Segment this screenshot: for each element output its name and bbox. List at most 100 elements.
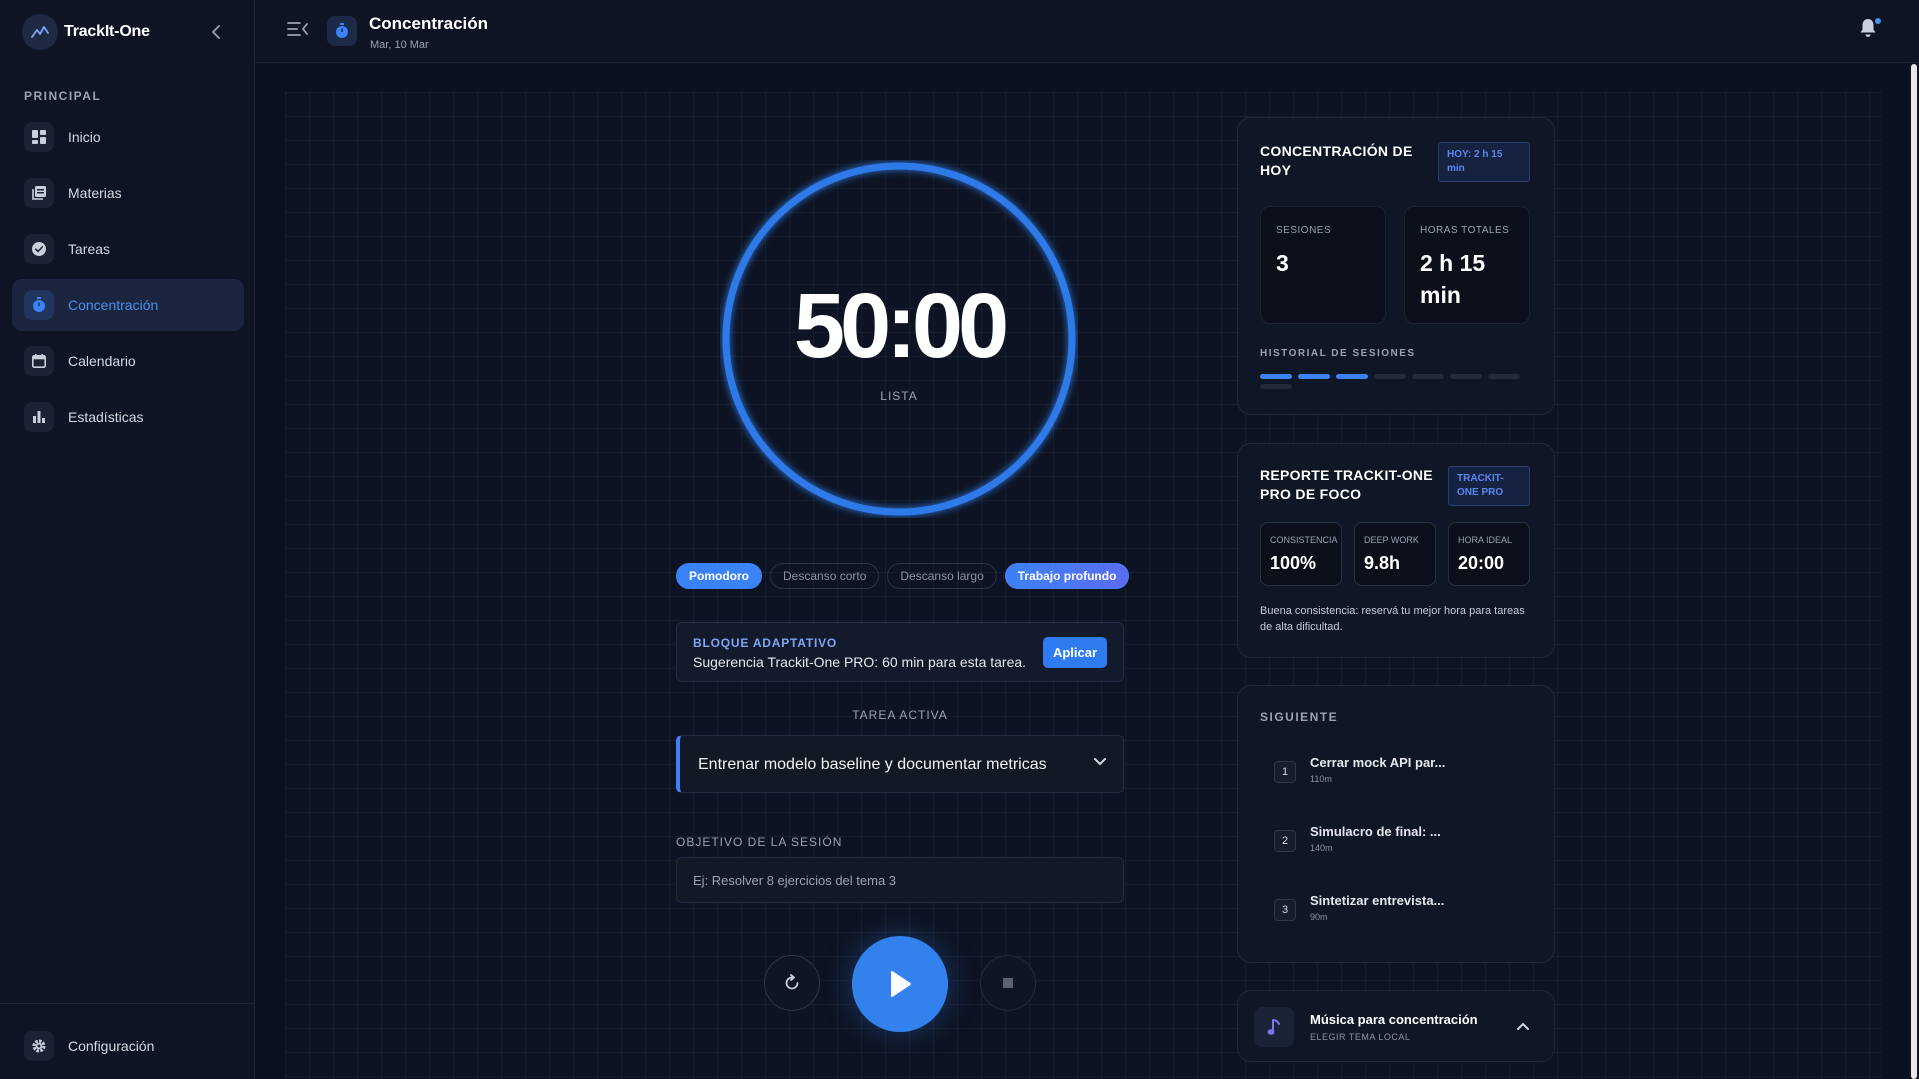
focus-music-card[interactable]: Música para concentración ELEGIR TEMA LO…	[1237, 990, 1555, 1062]
next-task-item[interactable]: 1 Cerrar mock API par... 110m	[1274, 755, 1534, 795]
sidebar-section-label: PRINCIPAL	[24, 89, 102, 103]
music-note-icon	[1254, 1007, 1294, 1047]
kpi-label: CONSISTENCIA	[1270, 535, 1338, 545]
mode-deep-work[interactable]: Trabajo profundo	[1004, 563, 1130, 589]
music-expand-toggle[interactable]	[1516, 1018, 1532, 1034]
mode-short-break[interactable]: Descanso corto	[770, 563, 880, 589]
today-total-badge: HOY: 2 h 15 min	[1438, 142, 1530, 182]
active-task-select[interactable]: Entrenar modelo baseline y documentar me…	[676, 735, 1124, 793]
adaptive-block-title: BLOQUE ADAPTATIVO	[693, 636, 838, 650]
check-circle-icon	[24, 234, 54, 264]
sidebar-item-label: Concentración	[68, 297, 159, 313]
sidebar-item-estadisticas[interactable]: Estadísticas	[12, 391, 244, 443]
badge-line: TRACKIT-	[1457, 473, 1504, 484]
dashboard-icon	[24, 122, 54, 152]
sidebar-item-label: Materias	[68, 185, 122, 201]
next-task-item[interactable]: 3 Sintetizar entrevista... 90m	[1274, 893, 1534, 933]
sessions-label: SESIONES	[1276, 225, 1332, 236]
chevron-down-icon	[1093, 754, 1107, 772]
sidebar: TrackIt-One PRINCIPAL Inicio Materias Ta…	[0, 0, 255, 1079]
session-history-bar	[1298, 374, 1330, 379]
session-history-bar	[1336, 374, 1368, 379]
sidebar-item-inicio[interactable]: Inicio	[12, 111, 244, 163]
collapse-sidebar-button[interactable]	[204, 20, 228, 44]
today-focus-title: CONCENTRACIÓN DE HOY	[1260, 142, 1413, 180]
sidebar-item-label: Estadísticas	[68, 409, 144, 425]
focus-report-title-line: REPORTE TRACKIT-ONE	[1260, 467, 1433, 483]
next-task-duration: 90m	[1310, 912, 1328, 922]
topbar: Concentración Mar, 10 Mar	[255, 0, 1919, 63]
menu-toggle-button[interactable]	[287, 20, 309, 40]
stop-button[interactable]	[980, 955, 1036, 1011]
kpi-value: 20:00	[1458, 553, 1505, 573]
total-hours-value: 2 h 15 min	[1420, 247, 1485, 311]
notification-dot	[1875, 18, 1881, 24]
timer-display: 50:00	[793, 275, 1009, 377]
calendar-icon	[24, 346, 54, 376]
gear-icon	[24, 1031, 54, 1061]
session-history-label: HISTORIAL DE SESIONES	[1260, 348, 1416, 359]
chevron-up-icon	[1517, 1022, 1529, 1030]
today-focus-card: CONCENTRACIÓN DE HOY HOY: 2 h 15 min SES…	[1237, 117, 1555, 415]
next-tasks-label: SIGUIENTE	[1260, 710, 1339, 724]
next-task-item[interactable]: 2 Simulacro de final: ... 140m	[1274, 824, 1534, 864]
focus-report-title-line: PRO DE FOCO	[1260, 486, 1362, 502]
stop-icon	[1003, 978, 1013, 988]
sessions-value: 3	[1276, 250, 1289, 276]
book-icon	[24, 178, 54, 208]
next-task-number: 1	[1274, 761, 1296, 783]
apply-button[interactable]: Aplicar	[1043, 637, 1107, 668]
timer-mode-selector: Pomodoro Descanso corto Descanso largo T…	[676, 563, 1130, 589]
page-date: Mar, 10 Mar	[370, 39, 429, 51]
kpi-value: 100%	[1270, 553, 1317, 573]
pro-badge: TRACKIT- ONE PRO	[1448, 466, 1530, 506]
next-task-duration: 140m	[1310, 843, 1333, 853]
reset-icon	[785, 974, 799, 990]
chevron-left-icon	[211, 25, 220, 39]
today-focus-title-line: CONCENTRACIÓN DE	[1260, 143, 1413, 159]
scrollbar-thumb[interactable]	[1911, 64, 1917, 1079]
sidebar-item-configuracion[interactable]: Configuración	[12, 1020, 244, 1072]
kpi-ideal-hour: HORA IDEAL 20:00	[1448, 522, 1530, 586]
total-hours-label: HORAS TOTALES	[1420, 225, 1510, 236]
sidebar-item-calendario[interactable]: Calendario	[12, 335, 244, 387]
next-task-title: Sintetizar entrevista...	[1310, 893, 1445, 908]
sidebar-item-label: Inicio	[68, 129, 101, 145]
session-goal-input[interactable]	[676, 857, 1124, 903]
sidebar-item-tareas[interactable]: Tareas	[12, 223, 244, 275]
page-title: Concentración	[369, 14, 489, 33]
badge-line: HOY: 2 h 15	[1447, 149, 1503, 160]
kpi-label: DEEP WORK	[1364, 535, 1419, 545]
kpi-deep-work: DEEP WORK 9.8h	[1354, 522, 1436, 586]
bar-chart-icon	[24, 402, 54, 432]
total-hours-value-line: 2 h 15	[1420, 250, 1486, 276]
reset-button[interactable]	[764, 955, 820, 1011]
music-subtitle: ELEGIR TEMA LOCAL	[1310, 1032, 1411, 1042]
kpi-label: HORA IDEAL	[1458, 535, 1513, 545]
mode-long-break[interactable]: Descanso largo	[887, 563, 997, 589]
session-history-bar	[1260, 384, 1292, 389]
sessions-stat: SESIONES 3	[1260, 206, 1386, 324]
play-icon	[891, 971, 911, 997]
brand[interactable]: TrackIt-One	[22, 14, 150, 50]
mode-pomodoro[interactable]: Pomodoro	[676, 563, 762, 589]
badge-line: ONE PRO	[1457, 487, 1504, 498]
session-goal-label: OBJETIVO DE LA SESIÓN	[676, 835, 843, 849]
sidebar-item-label: Tareas	[68, 241, 111, 257]
sidebar-item-materias[interactable]: Materias	[12, 167, 244, 219]
sidebar-item-concentracion[interactable]: Concentración	[12, 279, 244, 331]
session-history-bar	[1374, 374, 1406, 379]
sidebar-footer: Configuración	[0, 1003, 255, 1079]
sidebar-item-label: Calendario	[68, 353, 136, 369]
total-hours-value-line: min	[1420, 282, 1461, 308]
total-hours-stat: HORAS TOTALES 2 h 15 min	[1404, 206, 1530, 324]
next-task-duration: 110m	[1310, 774, 1332, 784]
kpi-value: 9.8h	[1364, 553, 1401, 573]
next-task-number: 3	[1274, 899, 1296, 921]
session-history-bar	[1260, 374, 1292, 379]
notifications-button[interactable]	[1859, 18, 1881, 42]
next-task-title: Cerrar mock API par...	[1310, 755, 1446, 770]
session-history-bar	[1450, 374, 1482, 379]
stopwatch-icon	[24, 290, 54, 320]
play-button[interactable]	[852, 936, 948, 1032]
